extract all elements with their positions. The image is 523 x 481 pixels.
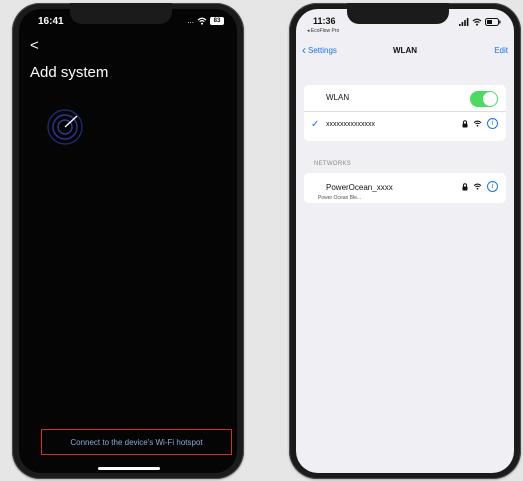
status-icons: ... 83 [187,16,224,25]
wlan-settings-group: WLAN ✓ xxxxxxxxxxxxxx i [304,85,506,141]
network-status-icons: i [462,118,498,129]
phone-frame-right: 11:36 ◂ EcoFlow Pro ‹ Settings WLAN Edit… [289,3,521,479]
back-button[interactable]: < [30,38,39,53]
cellular-signal-icon [459,18,469,26]
connect-hotspot-link[interactable]: Connect to the device's Wi-Fi hotspot [70,438,202,447]
hotspot-highlight: Connect to the device's Wi-Fi hotspot [41,429,232,455]
return-to-app-link[interactable]: ◂ EcoFlow Pro [307,28,339,34]
wifi-icon [472,18,482,26]
wlan-toggle-label: WLAN [326,93,350,102]
phone-frame-left: 16:41 ... 83 < Add system Connect to the… [12,3,244,479]
checkmark-icon: ✓ [311,119,320,130]
page-title: Add system [30,64,109,81]
network-row[interactable]: PowerOcean_xxxx Power Ocean Ble... i [304,173,506,203]
notch [70,3,172,24]
status-time: 16:41 [38,16,64,27]
connected-network-row[interactable]: ✓ xxxxxxxxxxxxxx i [304,112,506,138]
signal-dots-icon: ... [187,16,194,25]
networks-section-header: NETWORKS [314,161,352,167]
battery-icon: 83 [210,16,224,25]
status-time: 11:36 [313,16,336,26]
networks-list: PowerOcean_xxxx Power Ocean Ble... i [304,173,506,203]
info-icon[interactable]: i [487,118,498,129]
app-screen-add-system: 16:41 ... 83 < Add system Connect to the… [19,9,237,473]
navigation-bar: ‹ Settings WLAN Edit [296,44,514,61]
notch [347,3,449,24]
wifi-icon [473,183,482,190]
connected-network-name: xxxxxxxxxxxxxx [326,121,375,128]
nav-title: WLAN [393,46,417,55]
wifi-icon [473,120,482,127]
info-icon[interactable]: i [487,181,498,192]
battery-icon [485,18,501,26]
network-subtext: Power Ocean Ble... [318,195,362,201]
wlan-toggle-switch[interactable] [470,91,498,107]
network-name: PowerOcean_xxxx [326,183,393,192]
edit-button[interactable]: Edit [494,46,508,55]
status-icons [459,18,501,26]
lock-icon [462,119,468,127]
wlan-toggle-row: WLAN [304,85,506,112]
home-indicator[interactable] [98,467,160,470]
lock-icon [462,182,468,190]
settings-wlan-screen: 11:36 ◂ EcoFlow Pro ‹ Settings WLAN Edit… [296,9,514,473]
radar-scan-icon [47,109,83,145]
network-status-icons: i [462,181,498,192]
wifi-icon [197,17,207,25]
